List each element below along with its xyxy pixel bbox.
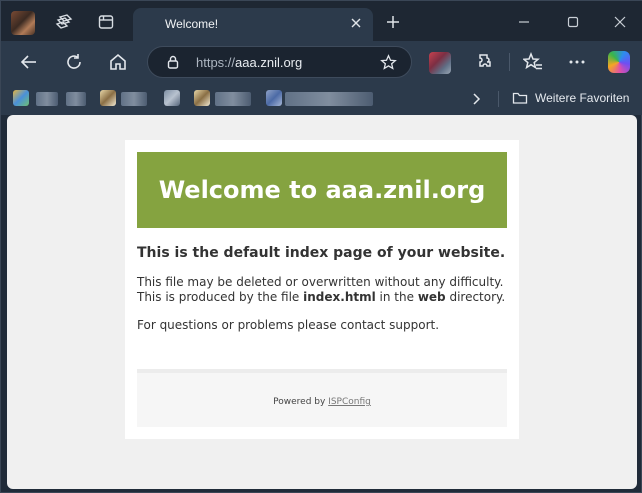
- toolbar-divider: [509, 53, 510, 71]
- maximize-icon[interactable]: [566, 15, 580, 29]
- info-line-1: This file may be deleted or overwritten …: [137, 275, 504, 289]
- address-bar[interactable]: https://aaa.znil.org: [147, 46, 412, 78]
- home-icon[interactable]: [108, 52, 128, 72]
- lock-icon[interactable]: [166, 55, 180, 69]
- bookmark-favicon[interactable]: [13, 90, 29, 106]
- page-viewport: Welcome to aaa.znil.org This is the defa…: [7, 115, 637, 489]
- directory-name: web: [417, 290, 446, 304]
- tab-actions-icon[interactable]: [97, 13, 115, 31]
- url-text[interactable]: https://aaa.znil.org: [196, 55, 302, 70]
- powered-by: Powered by ISPConfig: [137, 397, 507, 407]
- profile-avatar[interactable]: [11, 11, 35, 35]
- refresh-icon[interactable]: [64, 52, 84, 72]
- bookmark-item[interactable]: [66, 92, 86, 106]
- ispconfig-link[interactable]: ISPConfig: [328, 397, 371, 407]
- info-paragraph: This file may be deleted or overwritten …: [137, 275, 505, 305]
- welcome-banner: Welcome to aaa.znil.org: [137, 152, 507, 228]
- bookmark-item[interactable]: [121, 92, 147, 106]
- plus-icon[interactable]: [385, 14, 401, 30]
- copilot-icon[interactable]: [608, 51, 630, 73]
- bookmark-favicon[interactable]: [266, 90, 282, 106]
- window-close-icon[interactable]: [613, 15, 627, 29]
- support-paragraph: For questions or problems please contact…: [137, 318, 440, 332]
- more-icon[interactable]: [567, 52, 587, 72]
- banner-title: Welcome to aaa.znil.org: [158, 176, 486, 204]
- bookmark-favicon[interactable]: [100, 90, 116, 106]
- tab-title: Welcome!: [165, 17, 219, 31]
- back-icon[interactable]: [19, 52, 39, 72]
- page-footer: Powered by ISPConfig: [137, 369, 507, 427]
- extension-icon[interactable]: [429, 52, 451, 74]
- info-line-2-text: This is produced by the file: [137, 290, 304, 304]
- url-host: aaa.znil.org: [235, 55, 303, 70]
- bookmark-item[interactable]: [36, 92, 58, 106]
- navigation-toolbar: https://aaa.znil.org: [1, 41, 642, 83]
- browser-window: Welcome! https://aaa.znil.org Weitere Fa…: [0, 0, 642, 493]
- bookmark-item[interactable]: [285, 92, 373, 106]
- info-line-2-mid: in the: [375, 290, 418, 304]
- bookmark-item[interactable]: [215, 92, 251, 106]
- bookmark-favicon[interactable]: [164, 90, 180, 106]
- file-name: index.html: [303, 290, 376, 304]
- url-protocol: https://: [196, 55, 236, 70]
- minimize-icon[interactable]: [517, 15, 531, 29]
- bookmark-favicon[interactable]: [194, 90, 210, 106]
- close-icon[interactable]: [349, 16, 363, 30]
- workspaces-icon[interactable]: [55, 13, 73, 31]
- other-favorites-label[interactable]: Weitere Favoriten: [535, 91, 629, 105]
- bookmarks-bar: Weitere Favoriten: [1, 83, 642, 115]
- active-tab[interactable]: Welcome!: [133, 8, 373, 42]
- chevron-right-icon[interactable]: [469, 92, 483, 106]
- info-line-2: This is produced by the file index.html …: [137, 290, 505, 305]
- bookmarks-divider: [498, 91, 499, 107]
- star-icon[interactable]: [380, 54, 397, 71]
- page-headline: This is the default index page of your w…: [137, 245, 506, 261]
- favorites-icon[interactable]: [523, 52, 543, 72]
- extensions-icon[interactable]: [475, 52, 495, 72]
- content-card: Welcome to aaa.znil.org This is the defa…: [125, 140, 519, 439]
- folder-icon[interactable]: [512, 91, 528, 105]
- powered-by-text: Powered by: [273, 397, 329, 407]
- title-bar: Welcome!: [1, 1, 642, 42]
- info-line-2-end: directory.: [445, 290, 506, 304]
